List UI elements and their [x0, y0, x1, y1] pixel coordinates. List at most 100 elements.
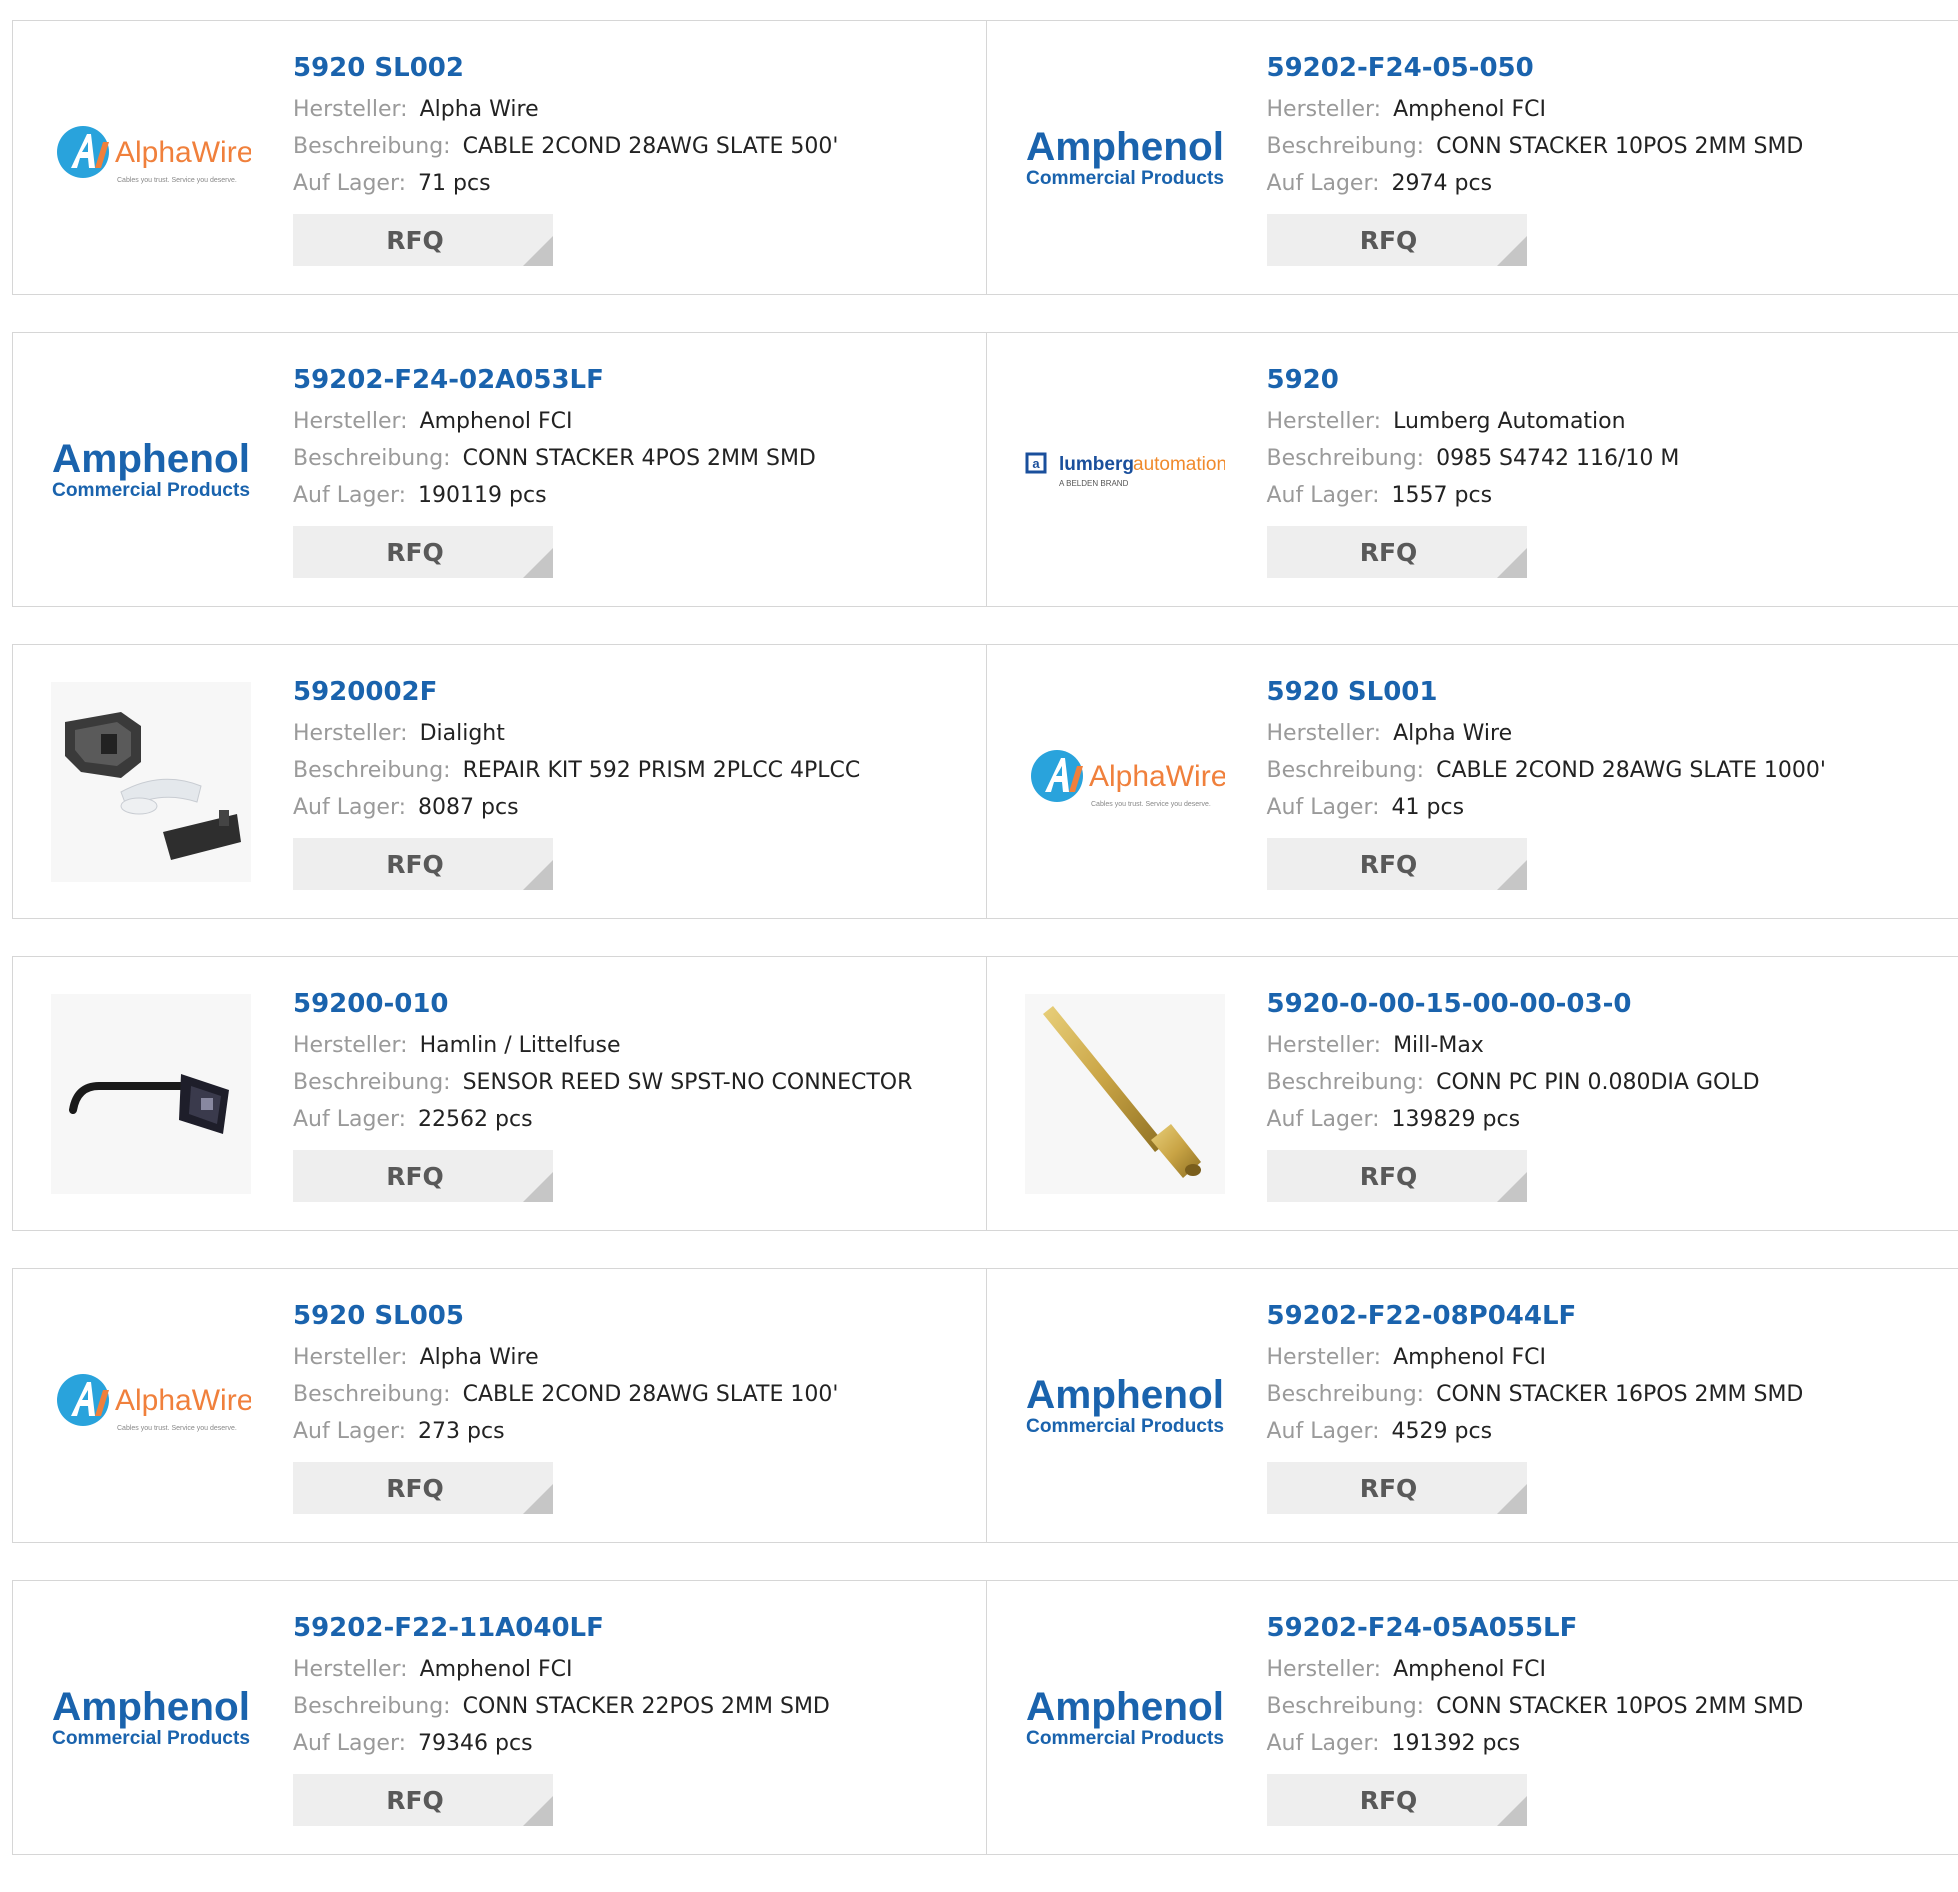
alphawire-logo: AlphaWire Cables you trust. Service you … — [1025, 682, 1225, 882]
description-label: Beschreibung: — [1267, 446, 1425, 471]
stock-value: 79346 pcs — [418, 1731, 533, 1756]
stock-row: Auf Lager:139829 pcs — [1267, 1101, 1760, 1138]
product-card: Amphenol Commercial Products 59202-F24-0… — [986, 21, 1958, 294]
rfq-button[interactable]: RFQ — [1267, 526, 1527, 578]
rfq-button-label: RFQ — [386, 538, 444, 567]
description-label: Beschreibung: — [293, 1694, 451, 1719]
amphenol-wordmark: Amphenol — [1026, 1685, 1224, 1729]
alphawire-logo: AlphaWire Cables you trust. Service you … — [51, 58, 251, 258]
gold-pin-photo — [1025, 994, 1225, 1194]
stock-row: Auf Lager:273 pcs — [293, 1413, 838, 1450]
part-number-link[interactable]: 59200-010 — [293, 987, 912, 1021]
rfq-button[interactable]: RFQ — [1267, 1774, 1527, 1826]
rfq-button[interactable]: RFQ — [1267, 1150, 1527, 1202]
description-row: Beschreibung:CONN STACKER 10POS 2MM SMD — [1267, 1688, 1804, 1725]
stock-row: Auf Lager:22562 pcs — [293, 1101, 912, 1138]
description-row: Beschreibung: 0985 S4742 116/10 M — [1267, 440, 1680, 477]
alphawire-wordmark: AlphaWire — [115, 1384, 251, 1417]
rfq-button-label: RFQ — [386, 1474, 444, 1503]
description-value: CONN PC PIN 0.080DIA GOLD — [1436, 1070, 1759, 1095]
product-card: Amphenol Commercial Products 59202-F24-0… — [986, 1581, 1958, 1854]
lumberg-logo: a lumberg automation A BELDEN BRAND — [1025, 370, 1225, 570]
rfq-button[interactable]: RFQ — [293, 526, 553, 578]
amphenol-wordmark: Amphenol — [1026, 1373, 1224, 1417]
stock-value: 139829 pcs — [1392, 1107, 1521, 1132]
part-number-link[interactable]: 5920 SL005 — [293, 1299, 838, 1333]
product-image[interactable]: Amphenol Commercial Products — [51, 370, 251, 570]
description-label: Beschreibung: — [1267, 1694, 1425, 1719]
manufacturer-value: Amphenol FCI — [1393, 1345, 1546, 1370]
part-number-link[interactable]: 59202-F24-05A055LF — [1267, 1611, 1804, 1645]
description-value: SENSOR REED SW SPST-NO CONNECTOR — [463, 1070, 913, 1095]
rfq-corner-decoration — [523, 1796, 553, 1826]
product-row: Amphenol Commercial Products 59202-F24-0… — [12, 332, 1958, 607]
rfq-button-label: RFQ — [1360, 850, 1418, 879]
product-image[interactable] — [51, 994, 251, 1194]
description-value: 0985 S4742 116/10 M — [1436, 446, 1679, 471]
stock-value: 71 pcs — [418, 171, 491, 196]
product-image[interactable]: AlphaWire Cables you trust. Service you … — [1025, 682, 1225, 882]
rfq-button[interactable]: RFQ — [1267, 838, 1527, 890]
manufacturer-row: Hersteller:Amphenol FCI — [1267, 91, 1804, 128]
alphawire-tagline: Cables you trust. Service you deserve. — [117, 1425, 237, 1432]
reed-sensor-photo — [51, 994, 251, 1194]
part-number-link[interactable]: 5920 SL001 — [1267, 675, 1826, 709]
manufacturer-value: Lumberg Automation — [1393, 409, 1626, 434]
description-row: Beschreibung:CABLE 2COND 28AWG SLATE 100… — [293, 1376, 838, 1413]
product-image[interactable]: AlphaWire Cables you trust. Service you … — [51, 58, 251, 258]
product-card: Amphenol Commercial Products 59202-F24-0… — [13, 333, 986, 606]
manufacturer-value: Amphenol FCI — [420, 409, 573, 434]
rfq-button[interactable]: RFQ — [1267, 1462, 1527, 1514]
manufacturer-label: Hersteller: — [1267, 1345, 1382, 1370]
product-image[interactable]: Amphenol Commercial Products — [1025, 58, 1225, 258]
stock-value: 4529 pcs — [1392, 1419, 1493, 1444]
alphawire-logo: AlphaWire Cables you trust. Service you … — [51, 1306, 251, 1506]
description-value: CONN STACKER 4POS 2MM SMD — [463, 446, 816, 471]
stock-row: Auf Lager:8087 pcs — [293, 789, 860, 826]
product-image[interactable] — [1025, 994, 1225, 1194]
manufacturer-value: Alpha Wire — [420, 1345, 539, 1370]
part-number-link[interactable]: 5920 SL002 — [293, 51, 838, 85]
product-image[interactable]: Amphenol Commercial Products — [51, 1618, 251, 1818]
part-number-link[interactable]: 59202-F24-05-050 — [1267, 51, 1804, 85]
description-value: CONN STACKER 22POS 2MM SMD — [463, 1694, 830, 1719]
part-number-link[interactable]: 59202-F22-08P044LF — [1267, 1299, 1804, 1333]
rfq-button[interactable]: RFQ — [293, 1150, 553, 1202]
amphenol-logo: Amphenol Commercial Products — [51, 370, 251, 570]
rfq-button-label: RFQ — [1360, 226, 1418, 255]
rfq-button[interactable]: RFQ — [293, 838, 553, 890]
part-number-link[interactable]: 5920-0-00-15-00-00-03-0 — [1267, 987, 1760, 1021]
rfq-button[interactable]: RFQ — [293, 1774, 553, 1826]
product-image[interactable] — [51, 682, 251, 882]
part-number-link[interactable]: 59202-F22-11A040LF — [293, 1611, 830, 1645]
product-row: Amphenol Commercial Products 59202-F22-1… — [12, 1580, 1958, 1855]
lumberg-subtitle: A BELDEN BRAND — [1059, 479, 1129, 488]
stock-row: Auf Lager:4529 pcs — [1267, 1413, 1804, 1450]
product-info: 59202-F22-08P044LF Hersteller: Amphenol F… — [1267, 1299, 1804, 1514]
part-number-link[interactable]: 5920 — [1267, 363, 1680, 397]
stock-value: 191392 pcs — [1392, 1731, 1521, 1756]
product-image[interactable]: a lumberg automation A BELDEN BRAND — [1025, 370, 1225, 570]
stock-value: 2974 pcs — [1392, 171, 1493, 196]
rfq-button-label: RFQ — [386, 226, 444, 255]
part-number-link[interactable]: 59202-F24-02A053LF — [293, 363, 816, 397]
stock-label: Auf Lager: — [293, 1419, 406, 1444]
description-row: Beschreibung:CONN PC PIN 0.080DIA GOLD — [1267, 1064, 1760, 1101]
rfq-button[interactable]: RFQ — [1267, 214, 1527, 266]
product-image[interactable]: AlphaWire Cables you trust. Service you … — [51, 1306, 251, 1506]
product-image[interactable]: Amphenol Commercial Products — [1025, 1306, 1225, 1506]
description-label: Beschreibung: — [293, 134, 451, 159]
manufacturer-value: Mill-Max — [1393, 1033, 1484, 1058]
stock-value: 41 pcs — [1392, 795, 1465, 820]
stock-row: Auf Lager:2974 pcs — [1267, 165, 1804, 202]
description-value: CONN STACKER 10POS 2MM SMD — [1436, 134, 1803, 159]
manufacturer-label: Hersteller: — [1267, 721, 1382, 746]
rfq-button-label: RFQ — [1360, 1162, 1418, 1191]
part-number-link[interactable]: 5920002F — [293, 675, 860, 709]
description-row: Beschreibung:SENSOR REED SW SPST-NO CONN… — [293, 1064, 912, 1101]
product-image[interactable]: Amphenol Commercial Products — [1025, 1618, 1225, 1818]
stock-value: 8087 pcs — [418, 795, 519, 820]
rfq-button[interactable]: RFQ — [293, 1462, 553, 1514]
rfq-button[interactable]: RFQ — [293, 214, 553, 266]
rfq-corner-decoration — [523, 1172, 553, 1202]
